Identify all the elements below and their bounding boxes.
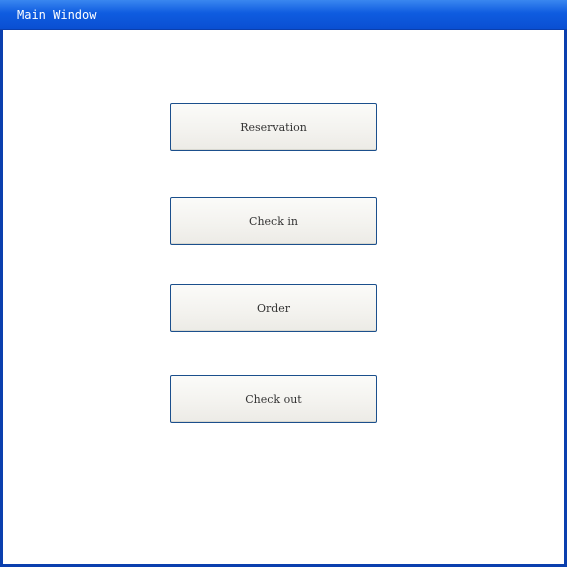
order-button[interactable]: Order [170,284,377,332]
reservation-button[interactable]: Reservation [170,103,377,151]
window-client-area: Reservation Check in Order Check out [3,30,564,564]
window-title: Main Window [17,8,97,22]
check-in-button[interactable]: Check in [170,197,377,245]
main-window: Main Window Reservation Check in Order C… [0,0,567,567]
title-bar[interactable]: Main Window [0,0,567,30]
check-out-button[interactable]: Check out [170,375,377,423]
